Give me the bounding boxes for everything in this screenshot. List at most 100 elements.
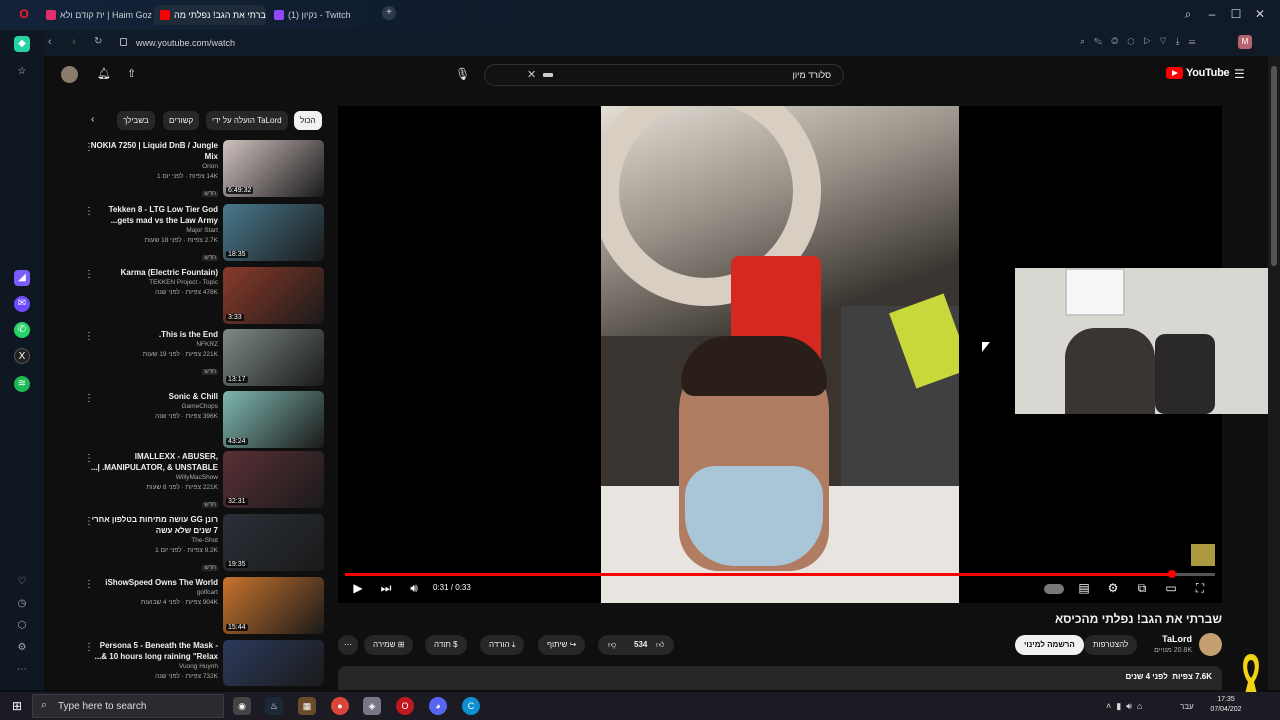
windows-start-icon[interactable]: ⊞ xyxy=(8,697,26,715)
video-thumbnail[interactable]: 43:24 xyxy=(223,391,324,448)
search-tabs-icon[interactable]: ⌕ xyxy=(1180,7,1196,22)
video-thumbnail[interactable] xyxy=(223,640,324,686)
opera-logo-icon[interactable]: O xyxy=(16,7,32,21)
minimize-button[interactable]: – xyxy=(1204,7,1220,21)
video-channel[interactable]: Orion xyxy=(90,162,218,172)
search-input[interactable]: סלורד מיון xyxy=(792,70,831,80)
like-icon[interactable]: 👍︎ xyxy=(656,635,664,655)
messenger-icon[interactable]: ✉ xyxy=(14,296,30,312)
whatsapp-icon[interactable]: ✆ xyxy=(14,322,30,338)
shield-app-icon[interactable]: ◈ xyxy=(363,697,381,715)
reload-icon[interactable]: ↻ xyxy=(94,36,102,47)
related-video-item[interactable]: ⋮ 43:24 Sonic & Chill GameChops 396K צפיות ·… xyxy=(84,391,324,449)
discord-icon[interactable]: ◕ xyxy=(429,697,447,715)
video-thumbnail[interactable]: 18:35 xyxy=(223,204,324,261)
new-tab-button[interactable]: + xyxy=(382,6,396,20)
dislike-icon[interactable]: 👎︎ xyxy=(608,635,616,655)
close-window-button[interactable]: ✕ xyxy=(1252,7,1268,21)
volume-icon[interactable]: 🔊︎ xyxy=(406,581,422,596)
video-title-text[interactable]: Tekken 8 - LTG Low Tier God gets mad vs … xyxy=(90,204,218,226)
spotify-icon[interactable]: ≋ xyxy=(14,376,30,392)
chrome-icon[interactable]: ● xyxy=(331,697,349,715)
voice-search-icon[interactable]: 🎙︎ xyxy=(455,67,470,81)
settings-gear-icon[interactable]: ⚙ xyxy=(1105,581,1121,595)
fullscreen-icon[interactable]: ⛶ xyxy=(1192,581,1208,596)
settings-icon[interactable]: ⚙ xyxy=(14,640,30,656)
forward-icon[interactable]: › xyxy=(72,36,76,48)
video-title-text[interactable]: This is the End. xyxy=(90,329,218,340)
more-icon[interactable]: ⋯ xyxy=(14,662,30,678)
video-title-text[interactable]: NOKIA 7250 | Liquid DnB / Jungle Mix xyxy=(90,140,218,162)
related-video-item[interactable]: ⋮ 19:35 רונן GG עושה מתיחות בטלפון אחרי 7 … xyxy=(84,514,324,572)
video-channel[interactable]: The-Shot xyxy=(90,536,218,546)
related-video-item[interactable]: ⋮ 15:44 iShowSpeed Owns The World golfcart 9… xyxy=(84,577,324,635)
url-field[interactable]: www.youtube.com/watch xyxy=(114,34,1254,52)
notifications-bell-icon[interactable]: 🔔︎ xyxy=(97,67,111,80)
chips-prev-icon[interactable]: ‹ xyxy=(91,114,94,125)
video-channel[interactable]: Vuong Huynh xyxy=(90,662,218,672)
video-channel[interactable]: Major Start xyxy=(90,226,218,236)
aria-app-icon[interactable]: ◢ xyxy=(14,270,30,286)
video-title-text[interactable]: רונן GG עושה מתיחות בטלפון אחרי 7 שנים ש… xyxy=(90,514,218,536)
miniplayer-icon[interactable]: ⧉ xyxy=(1134,581,1150,596)
clear-search-icon[interactable]: ✕ xyxy=(527,68,536,81)
video-title-text[interactable]: Persona 5 - Beneath the Mask - 10 hours … xyxy=(90,640,218,662)
x-twitter-icon[interactable]: X xyxy=(14,348,30,364)
video-channel[interactable]: WillyMacShow xyxy=(90,473,218,483)
next-button-icon[interactable]: ⏭︎ xyxy=(378,581,394,596)
related-video-item[interactable]: ⋮ 3:33 Karma (Electric Fountain) TEKKEN Pro… xyxy=(84,267,324,325)
related-video-item[interactable]: ⋮ 13:17 This is the End. NFKRZ 221K צפיות · … xyxy=(84,329,324,387)
save-button[interactable]: שמירה ⊞ xyxy=(364,635,414,655)
guide-menu-icon[interactable]: ☰ xyxy=(1234,67,1245,81)
chip-uploaded-by[interactable]: הועלה על ידי TaLord xyxy=(206,111,288,130)
search-box[interactable]: ✕ סלורד מיון xyxy=(484,64,844,86)
video-channel[interactable]: NFKRZ xyxy=(90,340,218,350)
autoplay-toggle[interactable] xyxy=(1044,584,1064,594)
video-thumbnail[interactable]: 3:33 xyxy=(223,267,324,324)
back-icon[interactable]: ‹ xyxy=(48,36,52,48)
browser-tab-1[interactable]: ית קודם ולא | Haim Gozali xyxy=(40,5,152,25)
channel-avatar[interactable] xyxy=(1199,633,1222,656)
video-title-text[interactable]: Sonic & Chill xyxy=(90,391,218,402)
thanks-button[interactable]: תודה $ xyxy=(425,635,467,655)
related-video-item[interactable]: ⋮ Persona 5 - Beneath the Mask - 10 hours… xyxy=(84,640,324,698)
system-tray-icons[interactable]: ˄▮🔊︎⌂ xyxy=(1106,701,1147,712)
subscribe-button[interactable]: הרשמה למינוי xyxy=(1015,635,1084,655)
subtitles-icon[interactable]: ▤ xyxy=(1076,581,1092,595)
video-thumbnail[interactable]: 19:35 xyxy=(223,514,324,571)
channel-name[interactable]: TaLord xyxy=(1162,634,1192,644)
chip-for-you[interactable]: בשבילך xyxy=(117,111,155,130)
video-title-text[interactable]: Karma (Electric Fountain) xyxy=(90,267,218,278)
capcut-icon[interactable]: C xyxy=(462,697,480,715)
extensions-icon[interactable]: ⬡ xyxy=(14,618,30,634)
input-language[interactable]: עבר xyxy=(1180,702,1194,711)
history-icon[interactable]: ◷ xyxy=(14,596,30,612)
steam-icon[interactable]: ♨ xyxy=(265,697,283,715)
theater-mode-icon[interactable]: ▭ xyxy=(1163,581,1179,595)
download-button[interactable]: הורדה ⤓ xyxy=(480,635,525,655)
video-thumbnail[interactable]: 32:31 xyxy=(223,451,324,508)
browser-tab-3[interactable]: (1) נקיון - Twitch xyxy=(268,5,380,25)
video-thumbnail[interactable]: 6:49:32 xyxy=(223,140,324,197)
related-video-item[interactable]: ⋮ 32:31 IMALLEXX - ABUSER, MANIPULATOR, & … xyxy=(84,451,324,509)
chip-all[interactable]: הכול xyxy=(294,111,322,130)
speed-dial-icon[interactable]: ☆ xyxy=(14,64,30,80)
join-button[interactable]: להצטרפות xyxy=(1084,635,1138,655)
opera-taskbar-icon[interactable]: O xyxy=(396,697,414,715)
keyboard-icon[interactable] xyxy=(543,73,553,77)
channel-watermark[interactable] xyxy=(1191,544,1215,566)
youtube-logo-text[interactable]: YouTube xyxy=(1186,67,1230,79)
aria-icon[interactable]: ◆ xyxy=(14,36,30,52)
play-button-icon[interactable]: ▶ xyxy=(350,581,366,595)
taskbar-search-input[interactable]: Type here to search xyxy=(58,701,146,712)
browser-tab-2[interactable]: שברתי את הגב! נפלתי מה xyxy=(154,5,266,25)
video-channel[interactable]: TEKKEN Project - Topic xyxy=(90,278,218,288)
share-button[interactable]: שיתוף ↪ xyxy=(538,635,586,655)
video-title-text[interactable]: IMALLEXX - ABUSER, MANIPULATOR, & UNSTAB… xyxy=(90,451,218,473)
favorites-icon[interactable]: ♡ xyxy=(14,574,30,590)
video-channel[interactable]: golfcart xyxy=(90,588,218,598)
user-avatar[interactable] xyxy=(61,66,78,83)
obs-icon[interactable]: ◉ xyxy=(233,697,251,715)
video-thumbnail[interactable]: 13:17 xyxy=(223,329,324,386)
related-video-item[interactable]: ⋮ 6:49:32 NOKIA 7250 | Liquid DnB / Jungle… xyxy=(84,140,324,198)
